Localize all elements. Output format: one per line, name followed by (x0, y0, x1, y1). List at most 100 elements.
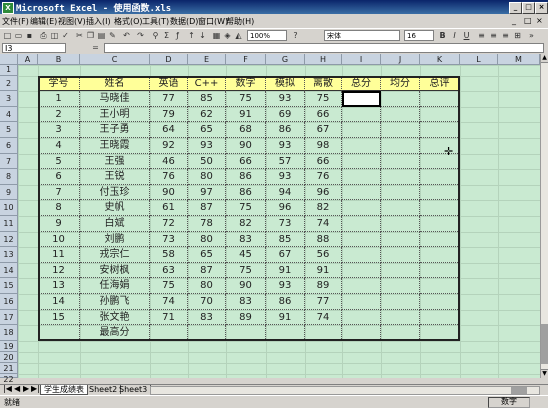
table-cell[interactable]: 8 (38, 200, 80, 216)
table-header-cell[interactable]: 总分 (342, 75, 381, 92)
table-cell[interactable]: 50 (188, 153, 226, 170)
table-cell[interactable]: 马晓佳 (80, 91, 150, 107)
underline-button[interactable]: U (461, 30, 472, 41)
table-cell[interactable]: 戎宗仁 (80, 247, 150, 263)
table-cell[interactable]: 90 (150, 184, 188, 201)
table-cell[interactable]: 66 (226, 153, 266, 170)
menu-data[interactable]: 数据(D) (170, 16, 198, 27)
table-cell[interactable]: 82 (226, 216, 266, 232)
doc-close-button[interactable]: × (536, 16, 543, 25)
table-cell[interactable]: 74 (305, 216, 342, 232)
close-button[interactable]: × (535, 2, 548, 14)
table-cell[interactable]: 王强 (80, 153, 150, 170)
row-header[interactable]: 1 (0, 65, 18, 76)
table-cell[interactable] (381, 138, 420, 154)
table-cell[interactable]: 76 (150, 169, 188, 185)
table-cell[interactable]: 75 (305, 91, 342, 107)
table-cell[interactable]: 89 (226, 309, 266, 326)
row-header[interactable]: 13 (0, 247, 18, 263)
table-cell[interactable]: 张文艳 (80, 309, 150, 326)
table-cell[interactable] (420, 216, 460, 232)
table-cell[interactable] (420, 138, 460, 154)
row-header[interactable]: 2 (0, 75, 18, 92)
table-cell[interactable]: 98 (305, 138, 342, 154)
open-icon[interactable]: ▭ (13, 30, 24, 41)
table-cell[interactable] (420, 262, 460, 279)
table-footer-cell[interactable] (38, 325, 80, 341)
table-cell[interactable]: 65 (188, 122, 226, 138)
tab-next-icon[interactable]: ▶ (23, 384, 29, 393)
table-cell[interactable]: 93 (266, 278, 305, 294)
table-cell[interactable] (420, 200, 460, 216)
table-cell[interactable]: 73 (266, 216, 305, 232)
table-cell[interactable]: 14 (38, 294, 80, 310)
undo-icon[interactable]: ↶ (121, 30, 132, 41)
table-cell[interactable] (342, 153, 381, 170)
column-header[interactable]: L (460, 54, 498, 65)
table-footer-cell[interactable] (381, 325, 420, 341)
column-header[interactable]: M (498, 54, 540, 65)
table-cell[interactable]: 64 (150, 122, 188, 138)
table-cell[interactable] (420, 153, 460, 170)
row-header[interactable]: 19 (0, 340, 18, 352)
maximize-button[interactable]: □ (522, 2, 535, 14)
table-footer-cell[interactable] (266, 325, 305, 341)
table-cell[interactable]: 孙鹏飞 (80, 294, 150, 310)
sort-asc-icon[interactable]: ↑ (186, 30, 197, 41)
column-header[interactable]: D (150, 54, 188, 65)
table-cell[interactable] (342, 169, 381, 185)
table-cell[interactable] (420, 231, 460, 248)
table-cell[interactable]: 66 (305, 106, 342, 123)
table-cell[interactable]: 61 (150, 200, 188, 216)
table-cell[interactable] (381, 200, 420, 216)
table-cell[interactable]: 7 (38, 184, 80, 201)
table-cell[interactable]: 83 (226, 294, 266, 310)
table-cell[interactable] (381, 262, 420, 279)
scroll-up-icon[interactable]: ▲ (541, 54, 548, 63)
table-cell[interactable]: 78 (188, 216, 226, 232)
table-cell[interactable]: 72 (150, 216, 188, 232)
table-cell[interactable]: 3 (38, 122, 80, 138)
tab-first-icon[interactable]: |◀ (3, 384, 12, 393)
table-cell[interactable]: 65 (188, 247, 226, 263)
table-cell[interactable]: 62 (188, 106, 226, 123)
table-cell[interactable]: 83 (226, 231, 266, 248)
table-cell[interactable] (420, 309, 460, 326)
table-cell[interactable] (342, 138, 381, 154)
table-header-cell[interactable]: 英语 (150, 75, 188, 92)
table-cell[interactable]: 4 (38, 138, 80, 154)
align-center-icon[interactable]: ≡ (488, 30, 499, 41)
font-name-select[interactable]: 宋体 (324, 30, 400, 41)
column-header[interactable]: G (266, 54, 305, 65)
table-header-cell[interactable]: 数字 (226, 75, 266, 92)
table-cell[interactable]: 96 (305, 184, 342, 201)
table-cell[interactable]: 86 (226, 169, 266, 185)
row-header[interactable]: 16 (0, 294, 18, 310)
map-icon[interactable]: ◈ (222, 30, 233, 41)
doc-restore-button[interactable]: □ (524, 16, 532, 25)
table-cell[interactable]: 97 (188, 184, 226, 201)
menu-format[interactable]: 格式(O) (114, 16, 143, 27)
save-icon[interactable]: ▪ (24, 30, 35, 41)
table-cell[interactable] (420, 91, 460, 107)
menu-window[interactable]: 窗口(W) (198, 16, 228, 27)
row-header[interactable]: 10 (0, 200, 18, 216)
table-cell[interactable] (342, 184, 381, 201)
font-size-select[interactable]: 16 (404, 30, 434, 41)
table-cell[interactable]: 67 (305, 122, 342, 138)
sort-desc-icon[interactable]: ↓ (197, 30, 208, 41)
row-header[interactable]: 15 (0, 278, 18, 294)
table-cell[interactable] (342, 200, 381, 216)
spellcheck-icon[interactable]: ✓ (60, 30, 71, 41)
table-cell[interactable]: 73 (150, 231, 188, 248)
table-cell[interactable] (381, 294, 420, 310)
cut-icon[interactable]: ✂ (74, 30, 85, 41)
table-cell[interactable]: 15 (38, 309, 80, 326)
help-icon[interactable]: ? (290, 30, 301, 41)
row-header[interactable]: 17 (0, 309, 18, 326)
table-cell[interactable]: 付玉珍 (80, 184, 150, 201)
table-cell[interactable]: 王锐 (80, 169, 150, 185)
row-header[interactable]: 3 (0, 91, 18, 107)
table-cell[interactable] (342, 278, 381, 294)
table-cell[interactable]: 71 (150, 309, 188, 326)
